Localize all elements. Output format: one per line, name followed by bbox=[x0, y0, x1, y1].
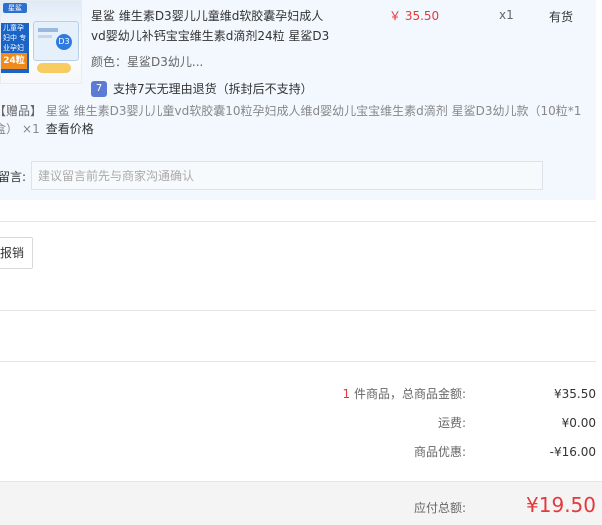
gift-line-2: 盒） ×1 查看价格 bbox=[0, 120, 598, 138]
invoice-button[interactable]: 报销 bbox=[0, 237, 33, 269]
payable-total-label: 应付总额: bbox=[413, 501, 466, 515]
discount-label: 商品优惠: bbox=[413, 445, 466, 459]
discount-row: 商品优惠: -¥16.00 bbox=[0, 443, 596, 461]
seven-day-return-icon: 7 bbox=[91, 80, 107, 97]
payable-total-bar: 应付总额: ¥19.50 bbox=[0, 481, 602, 525]
thumbnail-brand-logo: 星鲨 bbox=[3, 3, 27, 13]
product-title-line-1[interactable]: 星鲨 维生素D3婴儿儿童维d软胶囊孕妇成人 bbox=[91, 6, 341, 26]
gift-line-1: 【赠品】 星鲨 维生素D3婴儿儿童vd软胶囊10粒孕妇成人维d婴幼儿宝宝维生素d… bbox=[0, 102, 598, 120]
product-title-line-2[interactable]: vd婴幼儿补钙宝宝维生素d滴剂24粒 星鲨D3 bbox=[91, 26, 341, 46]
package-d3-badge: D3 bbox=[56, 34, 72, 50]
thumbnail-package: D3 bbox=[33, 21, 79, 61]
goods-total-row: 1 件商品，总商品金额: ¥35.50 bbox=[0, 385, 596, 403]
remark-input[interactable] bbox=[31, 161, 543, 190]
stock-status: 有货 bbox=[549, 10, 574, 24]
gift-quantity: ×1 bbox=[22, 122, 40, 136]
return-service: 7 支持7天无理由退货（拆封后不支持） bbox=[91, 80, 313, 98]
section-divider bbox=[0, 310, 596, 311]
shipping-amount: ¥0.00 bbox=[561, 416, 596, 430]
shipping-label: 运费: bbox=[437, 416, 466, 430]
gift-name: 星鲨 维生素D3婴儿儿童vd软胶囊10粒孕妇成人维d婴幼儿宝宝维生素d滴剂 星鲨… bbox=[45, 104, 582, 118]
capsule-image bbox=[37, 63, 71, 73]
shipping-row: 运费: ¥0.00 bbox=[0, 414, 596, 432]
product-attribute: 颜色：星鲨D3幼儿... bbox=[91, 53, 203, 70]
payable-total-amount: ¥19.50 bbox=[526, 493, 596, 517]
gift-item: 【赠品】 星鲨 维生素D3婴儿儿童vd软胶囊10粒孕妇成人维d婴幼儿宝宝维生素d… bbox=[0, 102, 598, 138]
goods-total-amount: ¥35.50 bbox=[554, 387, 596, 401]
gift-name-cont: 盒） bbox=[0, 122, 19, 136]
thumbnail-count-badge: 24粒 bbox=[1, 53, 27, 69]
product-title[interactable]: 星鲨 维生素D3婴儿儿童维d软胶囊孕妇成人 vd婴幼儿补钙宝宝维生素d滴剂24粒… bbox=[91, 6, 341, 46]
item-count-label: 件商品，总商品金额: bbox=[353, 387, 466, 401]
package-label-bar-small bbox=[38, 35, 52, 38]
view-price-link[interactable]: 查看价格 bbox=[46, 122, 94, 136]
section-divider bbox=[0, 361, 596, 362]
product-quantity: x1 bbox=[499, 8, 514, 22]
discount-amount: -¥16.00 bbox=[549, 445, 596, 459]
order-item-block: 星鲨 儿童孕妇中 专业孕妇中 24粒 D3 星鲨 维生素D3婴儿儿童维d软胶囊孕… bbox=[0, 0, 596, 200]
item-count: 1 bbox=[342, 387, 351, 401]
remark-label: 留言: bbox=[0, 170, 27, 184]
product-thumbnail[interactable]: 星鲨 儿童孕妇中 专业孕妇中 24粒 D3 bbox=[0, 0, 82, 84]
package-label-bar bbox=[38, 28, 58, 32]
gift-tag: 【赠品】 bbox=[0, 104, 43, 118]
goods-total-label: 1 件商品，总商品金额: bbox=[342, 385, 466, 403]
product-price: ￥ 35.50 bbox=[389, 9, 440, 23]
return-service-text: 支持7天无理由退货（拆封后不支持） bbox=[113, 82, 313, 96]
attribute-value: 星鲨D3幼儿... bbox=[127, 55, 204, 69]
attribute-label: 颜色： bbox=[91, 55, 128, 69]
section-divider bbox=[0, 221, 596, 222]
